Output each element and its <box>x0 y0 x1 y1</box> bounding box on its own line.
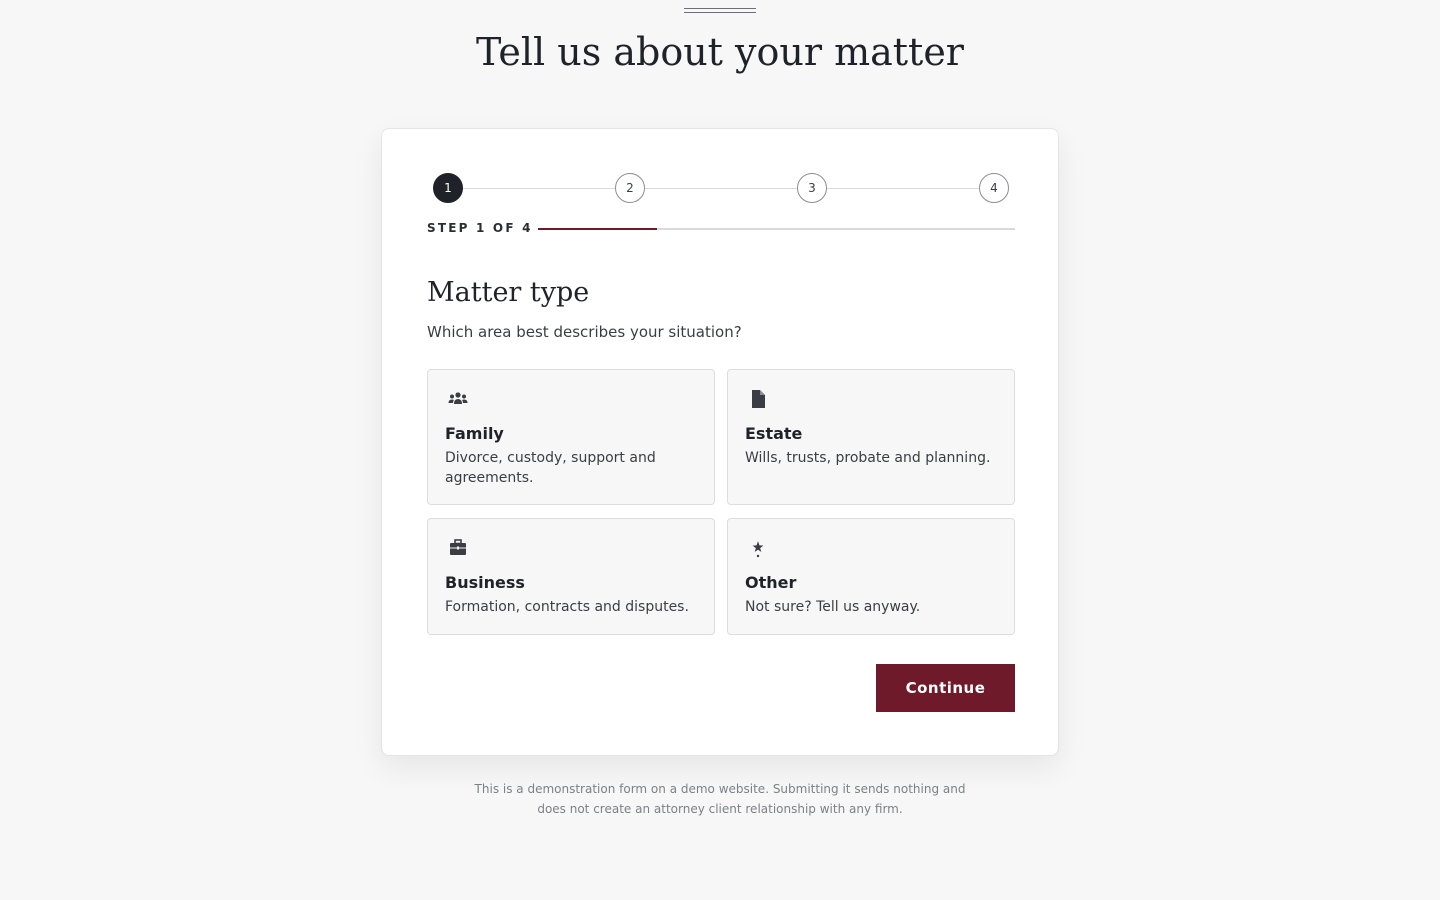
option-business[interactable]: Business Formation, contracts and disput… <box>427 518 715 635</box>
option-title: Estate <box>745 424 803 443</box>
option-title: Other <box>745 573 797 592</box>
intake-page: Tell us about your matter 1 2 3 4 STEP 1… <box>0 0 1440 900</box>
option-other[interactable]: Other Not sure? Tell us anyway. <box>727 518 1015 635</box>
section-title: Matter type <box>427 277 590 308</box>
briefcase-icon <box>446 536 470 560</box>
option-title: Family <box>445 424 504 443</box>
option-description: Not sure? Tell us anyway. <box>745 599 921 615</box>
option-description: Divorce, custody, support and agreements… <box>445 450 656 486</box>
step-3-indicator: 3 <box>797 173 827 203</box>
option-title: Business <box>445 573 525 592</box>
option-description: Wills, trusts, probate and planning. <box>745 450 991 466</box>
continue-button[interactable]: Continue <box>876 664 1015 712</box>
step-4-indicator: 4 <box>979 173 1009 203</box>
intake-form-card: 1 2 3 4 STEP 1 OF 4 Matter type Which ar… <box>381 128 1059 756</box>
page-title: Tell us about your matter <box>476 30 964 74</box>
stepper-connector <box>442 188 994 189</box>
section-subtitle: Which area best describes your situation… <box>427 323 742 341</box>
star-icon <box>746 536 770 560</box>
progress-bar-fill <box>538 228 658 230</box>
step-1-indicator: 1 <box>433 173 463 203</box>
step-progress-label: STEP 1 OF 4 <box>427 221 533 235</box>
progress-bar <box>538 228 1015 230</box>
option-description: Formation, contracts and disputes. <box>445 599 689 615</box>
option-family[interactable]: Family Divorce, custody, support and agr… <box>427 369 715 505</box>
people-icon <box>446 387 470 411</box>
decorative-rule <box>684 8 756 13</box>
option-estate[interactable]: Estate Wills, trusts, probate and planni… <box>727 369 1015 505</box>
step-2-indicator: 2 <box>615 173 645 203</box>
document-icon <box>746 387 770 411</box>
disclaimer-text: This is a demonstration form on a demo w… <box>474 782 966 816</box>
